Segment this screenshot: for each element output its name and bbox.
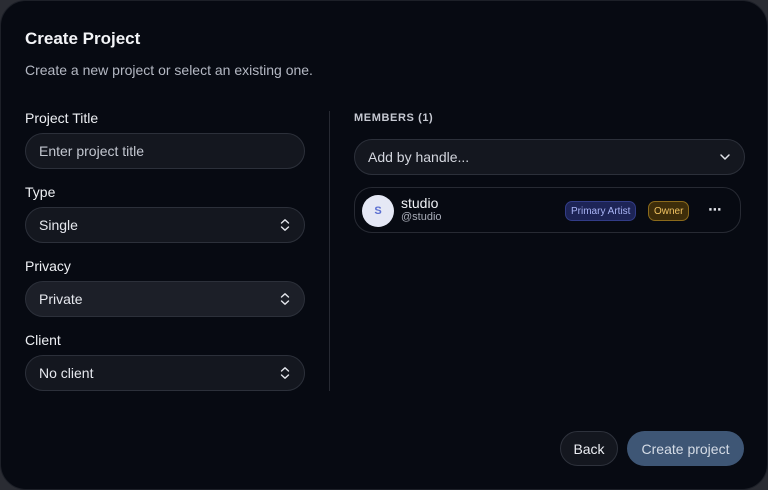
project-title-input[interactable]: Enter project title <box>25 133 305 169</box>
avatar: S <box>362 195 394 227</box>
chevron-up-down-icon <box>280 219 290 231</box>
privacy-label: Privacy <box>25 258 71 274</box>
back-button[interactable]: Back <box>560 431 618 466</box>
client-value: No client <box>39 365 94 381</box>
client-label: Client <box>25 332 61 348</box>
add-by-handle-combobox[interactable]: Add by handle... <box>354 139 745 175</box>
more-options-icon[interactable]: ⋯ <box>707 201 723 219</box>
member-name: studio <box>401 195 439 211</box>
type-select[interactable]: Single <box>25 207 305 243</box>
create-project-dialog: Create Project Create a new project or s… <box>0 0 768 490</box>
type-value: Single <box>39 217 78 233</box>
project-title-label: Project Title <box>25 110 99 126</box>
project-title-placeholder: Enter project title <box>39 143 145 159</box>
member-handle: @studio <box>401 211 442 223</box>
role-badge-primary-artist[interactable]: Primary Artist <box>565 201 637 221</box>
member-list-item: S studio @studio Primary Artist Owner ⋯ <box>354 187 741 233</box>
type-label: Type <box>25 184 56 200</box>
column-divider <box>329 111 330 391</box>
create-project-button[interactable]: Create project <box>627 431 744 466</box>
role-badge-owner: Owner <box>648 201 690 221</box>
dialog-title: Create Project <box>25 29 141 48</box>
chevron-up-down-icon <box>280 367 290 379</box>
chevron-up-down-icon <box>280 293 290 305</box>
chevron-down-icon <box>720 154 730 160</box>
members-heading: MEMBERS (1) <box>354 112 434 124</box>
add-by-handle-placeholder: Add by handle... <box>368 149 470 165</box>
privacy-select[interactable]: Private <box>25 281 305 317</box>
client-select[interactable]: No client <box>25 355 305 391</box>
privacy-value: Private <box>39 291 83 307</box>
dialog-subtitle: Create a new project or select an existi… <box>25 62 313 78</box>
